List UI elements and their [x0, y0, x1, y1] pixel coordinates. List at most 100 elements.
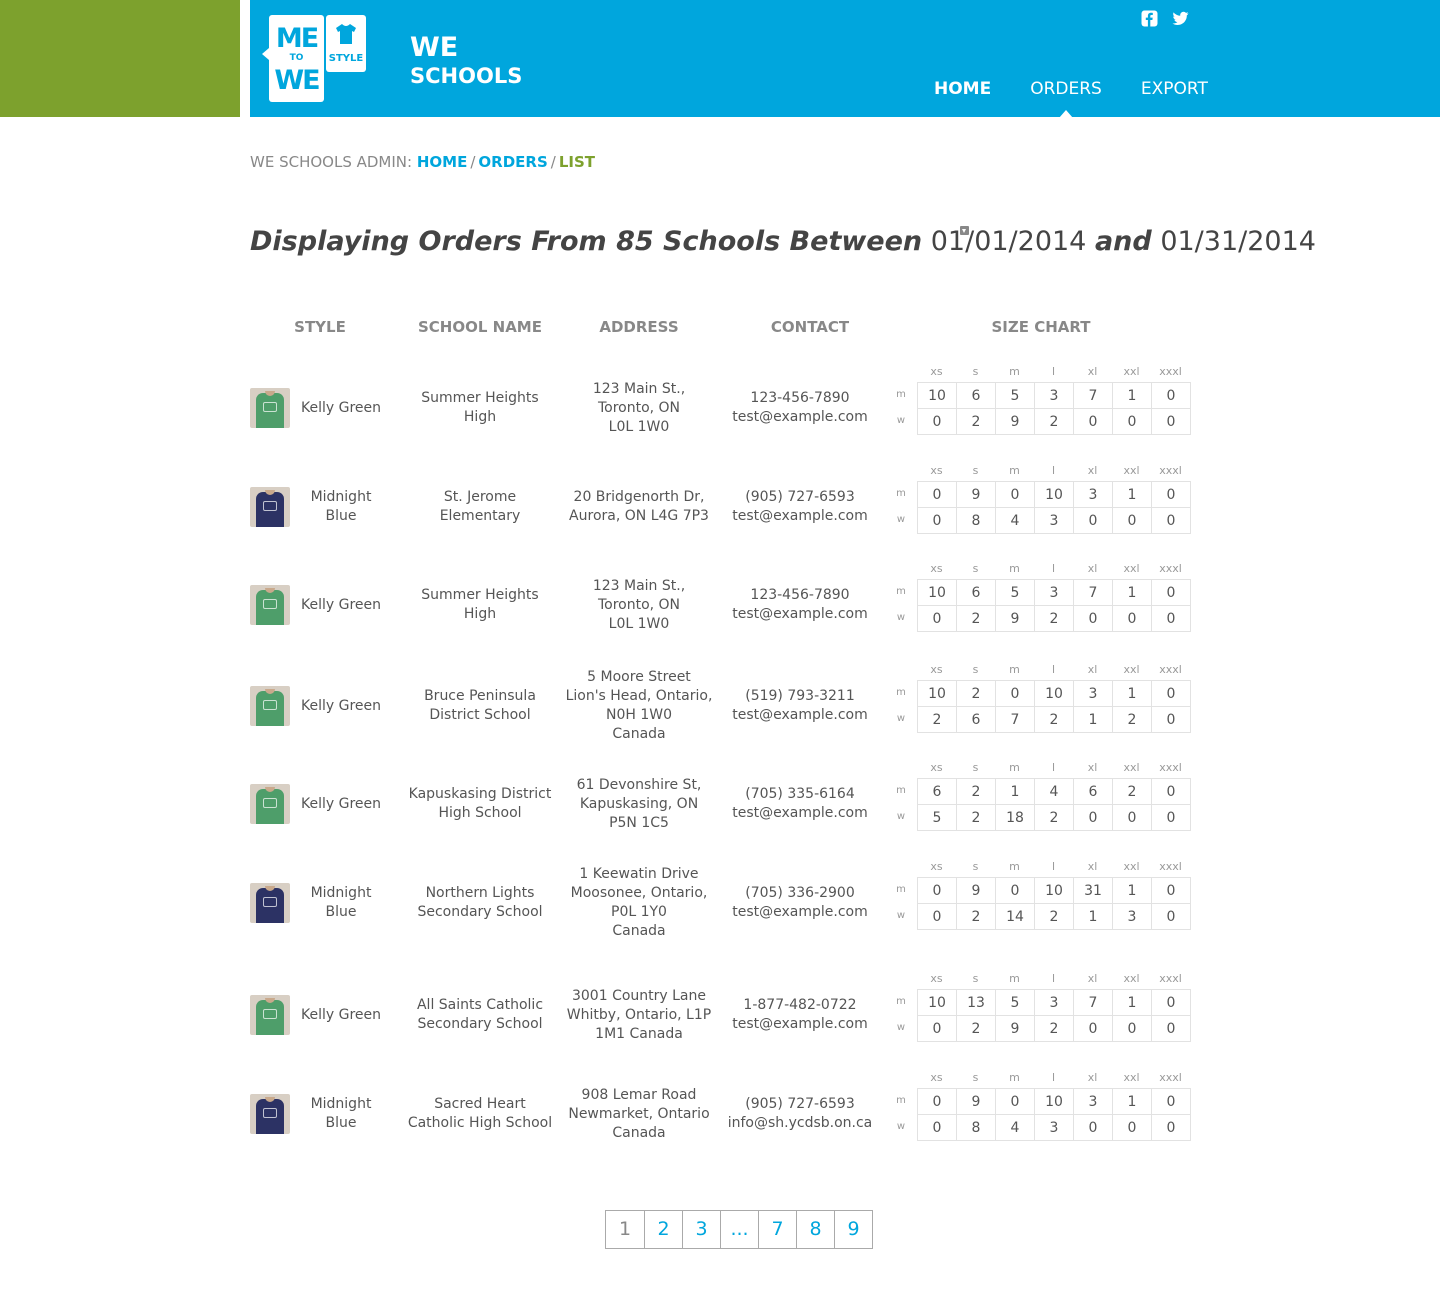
- school-address: 61 Devonshire St, Kapuskasing, ON P5N 1C…: [576, 776, 702, 831]
- size-count: 0: [917, 605, 957, 632]
- style-name: Kelly Green: [300, 697, 381, 714]
- style-name: Midnight Blue: [310, 489, 372, 524]
- size-label: xxl: [1123, 761, 1140, 774]
- date-dropdown-icon[interactable]: [960, 226, 969, 235]
- size-label: xxxl: [1159, 365, 1182, 378]
- tshirt-icon: [336, 24, 356, 44]
- size-count: 2: [956, 605, 996, 632]
- size-label: xl: [1087, 365, 1098, 378]
- page-link[interactable]: 8: [796, 1211, 834, 1248]
- size-count: 13: [956, 989, 996, 1016]
- size-count: 10: [1034, 877, 1074, 904]
- end-date-picker[interactable]: 01/31/2014: [1160, 226, 1316, 257]
- size-label: xxxl: [1159, 972, 1182, 985]
- size-count: 10: [1034, 1088, 1074, 1115]
- gender-label: m: [896, 884, 906, 895]
- size-row-w: 2672120: [917, 706, 1191, 733]
- size-labels: xs s m l xl xxl xxxl: [917, 761, 1190, 775]
- style-name: Midnight Blue: [310, 885, 372, 920]
- shirt-print: [263, 402, 277, 412]
- size-count: 0: [1151, 481, 1191, 508]
- size-count: 10: [917, 989, 957, 1016]
- brand-title: WE SCHOOLS: [410, 33, 522, 89]
- page-link[interactable]: 2: [644, 1211, 682, 1248]
- nav-export[interactable]: EXPORT: [1141, 79, 1208, 99]
- school-name: St. Jerome Elementary: [439, 489, 521, 524]
- size-label: xl: [1087, 972, 1098, 985]
- shirt-thumbnail[interactable]: [250, 784, 290, 824]
- size-count: 2: [1034, 706, 1074, 733]
- column-header-style: STYLE: [294, 318, 346, 336]
- size-row-m: 0 9 0 10 31 1 0: [917, 877, 1191, 904]
- school-contact: (705) 336-2900 test@example.com: [732, 885, 868, 920]
- gender-label: m: [896, 996, 906, 1007]
- gender-label: m: [896, 586, 906, 597]
- breadcrumb-home-link[interactable]: HOME: [417, 153, 467, 171]
- shirt-thumbnail[interactable]: [250, 1094, 290, 1134]
- size-count: 10: [1034, 680, 1074, 707]
- twitter-icon[interactable]: [1172, 10, 1189, 27]
- shirt-thumbnail[interactable]: [250, 487, 290, 527]
- breadcrumb-orders-link[interactable]: ORDERS: [478, 153, 547, 171]
- size-count: 2: [1034, 804, 1074, 831]
- size-table: 0 9 0 10 31 1 0 0 2 14 2 1 3 0: [917, 877, 1191, 930]
- size-count: 3: [1073, 1088, 1113, 1115]
- size-label: s: [972, 663, 979, 676]
- size-count: 0: [1073, 408, 1113, 435]
- shirt-thumbnail[interactable]: [250, 995, 290, 1035]
- size-count: 0: [1151, 579, 1191, 606]
- main-nav: HOME ORDERS EXPORT: [934, 79, 1208, 118]
- me-to-we-logo[interactable]: ME TO WE: [269, 15, 324, 102]
- shirt-thumbnail[interactable]: [250, 686, 290, 726]
- start-date-picker[interactable]: 01/01/2014: [931, 226, 1087, 257]
- size-row-m: 0 9 0 10 3 1 0: [917, 481, 1191, 508]
- size-labels: xs s m l xl xxl xxxl: [917, 972, 1190, 986]
- style-logo[interactable]: STYLE: [326, 15, 366, 72]
- size-count: 5: [995, 382, 1035, 409]
- shirt-print: [263, 1108, 277, 1118]
- shirt-print: [263, 501, 277, 511]
- size-table: 10 13 5 3 7 1 0 0 2 9 2 0 0 0: [917, 989, 1191, 1042]
- size-count: 1: [1112, 680, 1152, 707]
- gender-label: w: [896, 514, 906, 525]
- page-link[interactable]: 3: [682, 1211, 720, 1248]
- size-label: m: [1009, 972, 1020, 985]
- brand-line-we: WE: [410, 32, 459, 63]
- column-header-size-chart: SIZE CHART: [991, 318, 1091, 336]
- page-current[interactable]: 1: [606, 1211, 644, 1248]
- breadcrumb-separator: /: [470, 153, 476, 171]
- size-count: 0: [1151, 778, 1191, 805]
- size-count: 8: [956, 1114, 996, 1141]
- school-name: Summer Heights High: [421, 390, 539, 425]
- page-link[interactable]: 7: [758, 1211, 796, 1248]
- size-label: xl: [1087, 562, 1098, 575]
- shirt-print: [263, 700, 277, 710]
- page-ellipsis[interactable]: ...: [720, 1211, 758, 1248]
- size-count: 9: [995, 605, 1035, 632]
- size-label: xxl: [1123, 365, 1140, 378]
- size-table: 0 9 0 10 3 1 0 0 8 4 3 0 0 0: [917, 1088, 1191, 1141]
- size-label: l: [1051, 972, 1056, 985]
- size-labels: xs s m l xl xxl xxxl: [917, 860, 1190, 874]
- size-count: 10: [917, 382, 957, 409]
- size-count: 0: [1073, 605, 1113, 632]
- page-link[interactable]: 9: [834, 1211, 872, 1248]
- size-label: l: [1051, 365, 1056, 378]
- facebook-icon[interactable]: [1141, 10, 1158, 27]
- nav-orders[interactable]: ORDERS: [1030, 79, 1102, 118]
- shirt-thumbnail[interactable]: [250, 585, 290, 625]
- size-row-m: 6214620: [917, 778, 1191, 805]
- shirt-print: [263, 897, 277, 907]
- breadcrumb-current: LIST: [558, 153, 596, 171]
- size-row-w: 5 2 18 2 0 0 0: [917, 804, 1191, 831]
- size-label: xxxl: [1159, 1071, 1182, 1084]
- size-count: 2: [956, 680, 996, 707]
- size-label: s: [972, 761, 979, 774]
- nav-home[interactable]: HOME: [934, 79, 991, 99]
- shirt-thumbnail[interactable]: [250, 388, 290, 428]
- size-count: 3: [1034, 507, 1074, 534]
- size-count: 2: [956, 804, 996, 831]
- shirt-thumbnail[interactable]: [250, 883, 290, 923]
- size-count: 7: [1073, 989, 1113, 1016]
- size-count: 2: [956, 408, 996, 435]
